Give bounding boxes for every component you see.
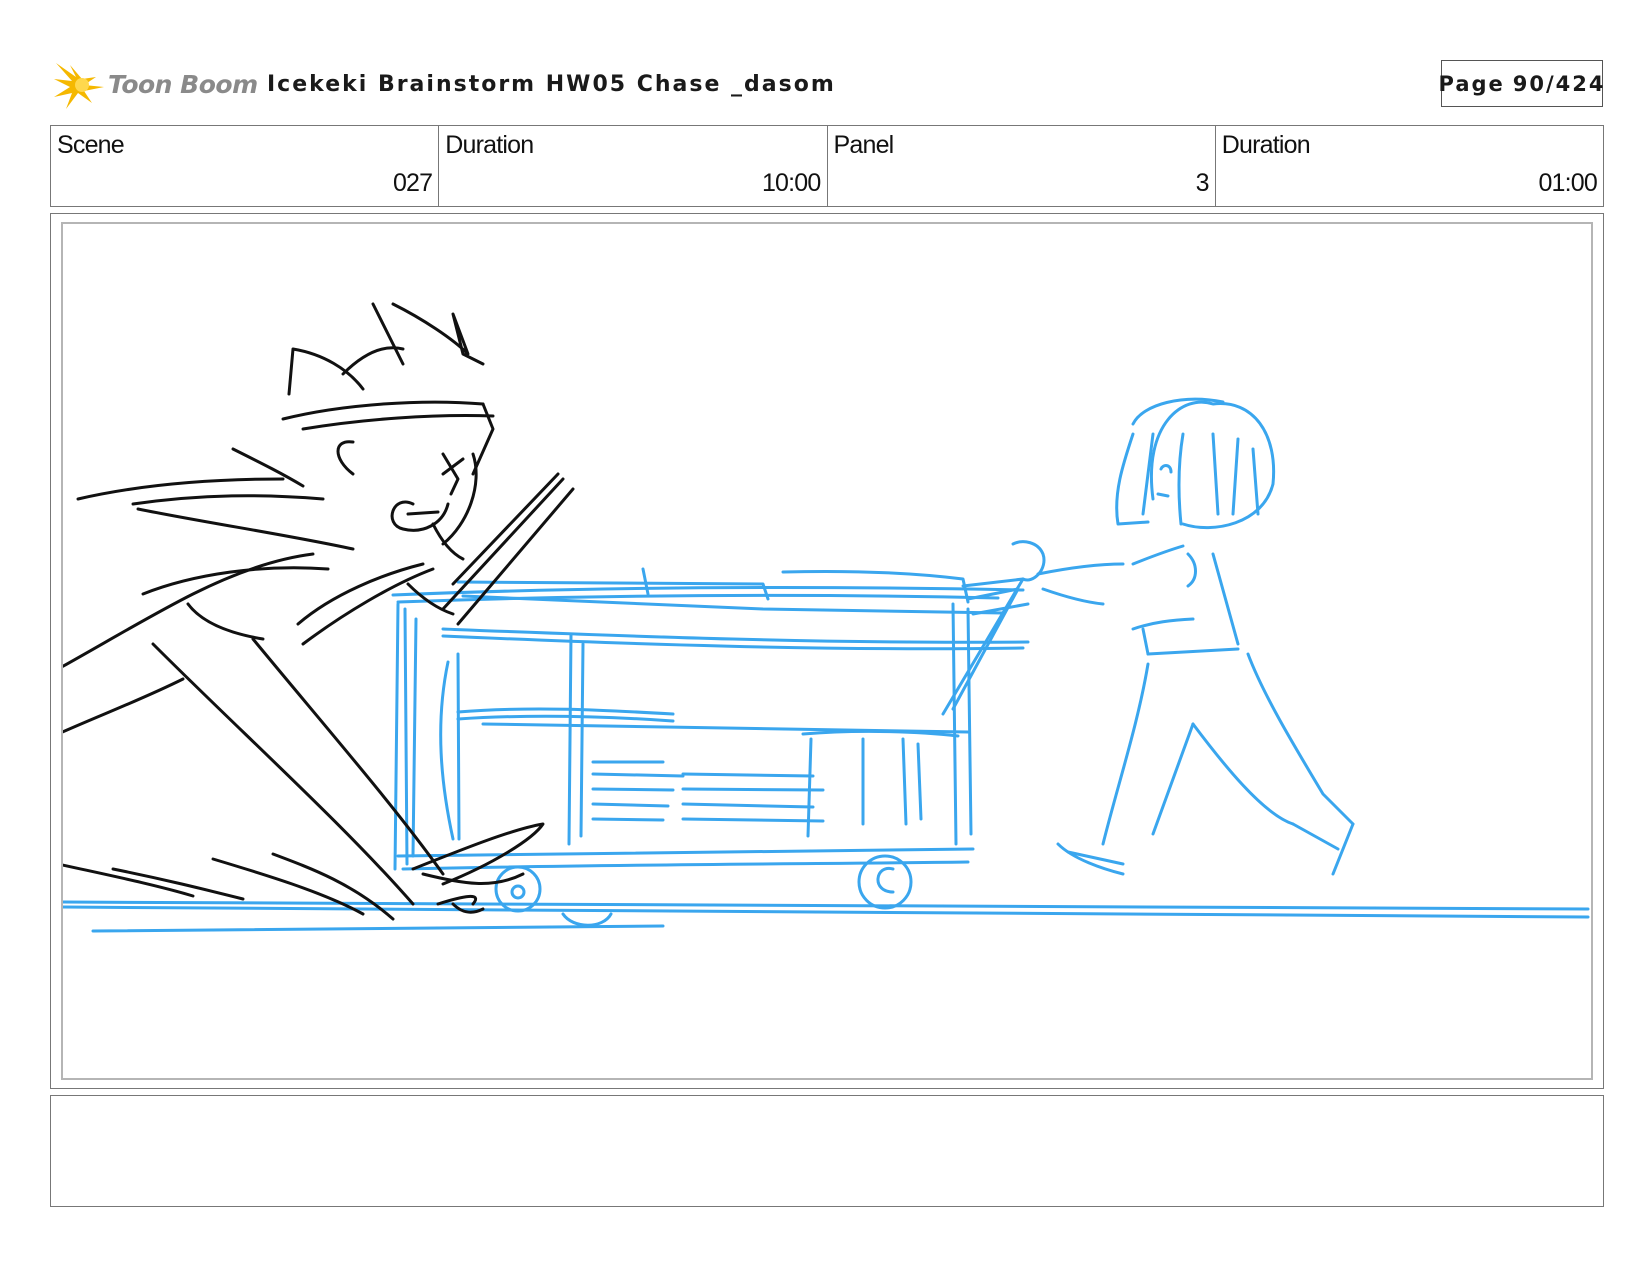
panel-cell: Panel 3 [828, 126, 1216, 206]
page-label: Page [1438, 71, 1505, 96]
panel-info-table: Scene 027 Duration 10:00 Panel 3 Duratio… [50, 125, 1604, 207]
scene-value: 027 [392, 169, 433, 197]
page-indicator: Page 90/424 [1438, 60, 1606, 107]
scene-duration-label: Duration [445, 131, 534, 159]
panel-duration-value: 01:00 [1538, 169, 1597, 197]
panel-label: Panel [833, 131, 895, 159]
document-title: Icekeki Brainstorm HW05 Chase _dasom [267, 72, 836, 97]
page-number: 90/424 [1512, 71, 1606, 96]
storyboard-panel [61, 222, 1593, 1080]
storyboard-sketch-image [63, 302, 1590, 933]
toon-boom-logo: Toon Boom [52, 56, 258, 112]
storyboard-panel-frame [50, 213, 1604, 1089]
panel-duration-label: Duration [1221, 131, 1311, 159]
black-sketch [63, 302, 575, 921]
scene-duration-value: 10:00 [761, 169, 821, 197]
panel-duration-cell: Duration 01:00 [1216, 126, 1603, 206]
scene-cell: Scene 027 [51, 126, 440, 206]
starburst-icon [54, 63, 104, 109]
panel-value: 3 [1195, 169, 1210, 197]
scene-duration-cell: Duration 10:00 [439, 126, 828, 206]
scene-label: Scene [57, 131, 125, 159]
panel-notes-box [50, 1095, 1604, 1207]
logo-text: Toon Boom [108, 69, 258, 99]
